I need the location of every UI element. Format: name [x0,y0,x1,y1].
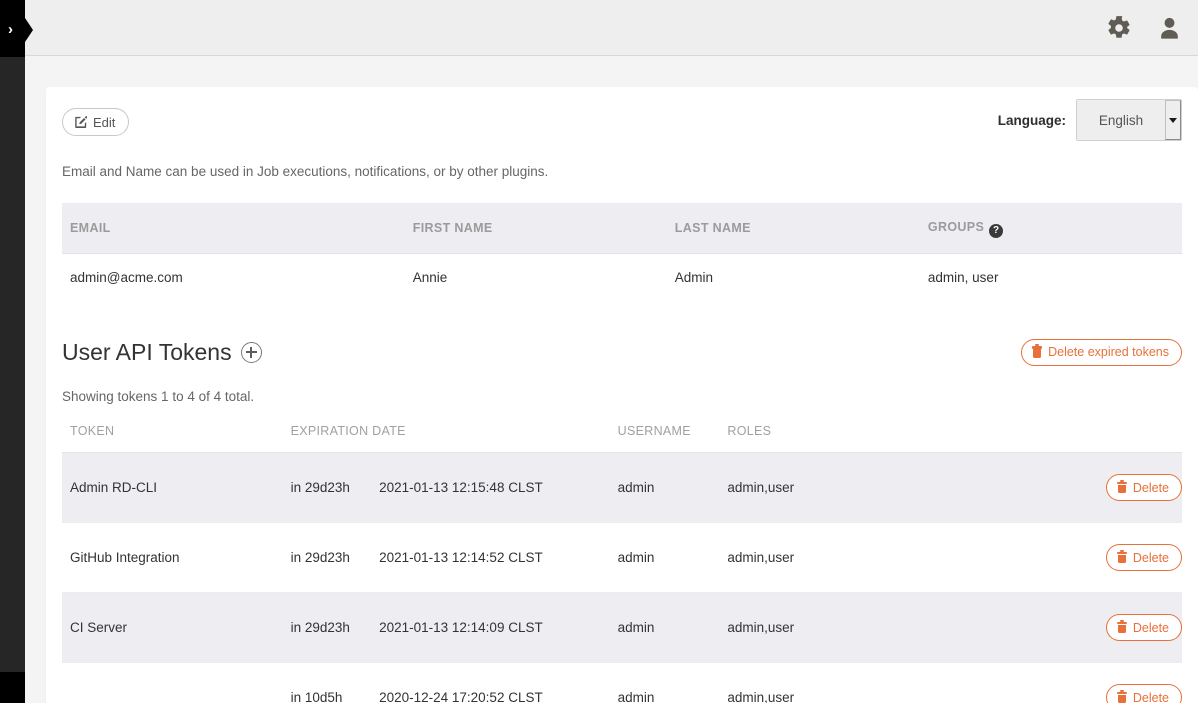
delete-expired-tokens-button[interactable]: Delete expired tokens [1021,338,1182,366]
cell-first-name: Annie [404,253,667,301]
edit-profile-button[interactable]: Edit [62,108,130,136]
cell-token-relative-expiry: in 29d23h [282,522,372,593]
profile-table-row: admin@acme.com Annie Admin admin, user [62,253,1182,301]
top-header-actions [1102,0,1186,56]
delete-token-label: Delete [1132,550,1169,565]
tokens-title-group: User API Tokens [62,338,262,365]
trash-icon [1116,549,1127,564]
delete-token-button[interactable]: Delete [1105,684,1182,703]
groups-help-icon[interactable]: ? [989,224,1004,238]
profile-card: Edit Language: English Email and Name ca… [46,87,1198,703]
cell-token-username: admin [609,452,720,523]
cell-email: admin@acme.com [62,253,405,301]
column-header-last-name: LAST NAME [666,203,920,254]
delete-token-button[interactable]: Delete [1105,614,1182,641]
edit-square-icon [75,115,87,128]
cell-token-actions: Delete [920,522,1182,593]
delete-token-button[interactable]: Delete [1105,474,1182,501]
user-account-button[interactable] [1152,11,1186,45]
trash-icon [1116,689,1127,703]
user-api-tokens-section: User API Tokens Delete expired tokens Sh… [62,335,1182,703]
language-selector-group: Language: English [998,99,1182,141]
language-select-arrow-button[interactable] [1165,100,1181,140]
cell-token-expiration: 2020-12-24 17:20:52 CLST [371,662,610,703]
cell-token-roles: admin,user [719,452,921,523]
profile-info-table: EMAIL FIRST NAME LAST NAME GROUPS? admin… [62,203,1182,301]
cell-token-actions: Delete [920,592,1182,663]
trash-icon [1116,479,1127,494]
page-content-area: Edit Language: English Email and Name ca… [25,57,1198,703]
add-token-button[interactable] [240,341,262,363]
tokens-table: TOKEN EXPIRATION DATE USERNAME ROLES Adm… [62,424,1182,703]
tokens-section-title: User API Tokens [62,338,232,365]
cell-token-name: Admin RD-CLI [62,452,283,523]
delete-token-button[interactable]: Delete [1105,544,1182,571]
left-rail-bottom-cap [0,672,25,703]
delete-expired-tokens-label: Delete expired tokens [1048,345,1169,359]
settings-button[interactable] [1102,11,1136,45]
column-header-first-name: FIRST NAME [404,203,667,254]
trash-icon [1116,619,1127,634]
profile-description: Email and Name can be used in Job execut… [62,164,549,179]
cell-token-roles: admin,user [719,592,921,663]
cell-token-roles: admin,user [719,522,921,593]
table-row: CI Server in 29d23h 2021-01-13 12:14:09 … [62,592,1182,663]
tokens-table-header-row: TOKEN EXPIRATION DATE USERNAME ROLES [62,424,1182,453]
column-header-expiration-date: EXPIRATION DATE [282,424,610,453]
cell-token-username: admin [609,662,720,703]
delete-token-label: Delete [1132,480,1169,495]
tokens-section-header: User API Tokens Delete expired tokens [62,335,1182,369]
top-header-bar [25,0,1198,56]
language-label: Language: [997,112,1066,128]
cell-token-roles: admin,user [719,662,921,703]
cell-last-name: Admin [666,253,920,301]
delete-token-label: Delete [1132,620,1169,635]
table-row: GitHub Integration in 29d23h 2021-01-13 … [62,522,1182,593]
chevron-down-icon [1169,117,1177,123]
trash-icon [1032,344,1043,358]
left-sidebar-rail [0,0,25,703]
cell-token-relative-expiry: in 29d23h [282,592,372,663]
sidebar-toggle-tab-shape [0,12,33,48]
user-icon [1160,17,1178,39]
cell-token-name: GitHub Integration [62,522,283,593]
table-row: Admin RD-CLI in 29d23h 2021-01-13 12:15:… [62,452,1182,523]
column-header-token: TOKEN [62,424,283,453]
cell-groups: admin, user [919,253,1182,301]
cell-token-username: admin [609,592,720,663]
column-header-groups: GROUPS? [919,203,1182,254]
cell-token-expiration: 2021-01-13 12:15:48 CLST [371,452,610,523]
cell-token-expiration: 2021-01-13 12:14:52 CLST [371,522,610,593]
column-header-username: USERNAME [609,424,720,453]
language-select[interactable]: English [1076,99,1182,141]
cell-token-name: CI Server [62,592,283,663]
cell-token-actions: Delete [920,662,1182,703]
tokens-count-text: Showing tokens 1 to 4 of 4 total. [62,389,255,404]
cell-token-relative-expiry: in 10d5h [282,662,372,703]
column-header-roles: ROLES [719,424,921,453]
gear-icon [1108,16,1130,38]
cell-token-expiration: 2021-01-13 12:14:09 CLST [371,592,610,663]
language-select-value[interactable]: English [1077,100,1165,140]
profile-card-header: Edit Language: English [46,87,1198,163]
edit-profile-label: Edit [93,114,116,130]
table-row: in 10d5h 2020-12-24 17:20:52 CLST admin … [62,662,1182,703]
column-header-actions [920,424,1182,453]
sidebar-expand-toggle[interactable]: › [0,12,33,48]
column-header-email: EMAIL [62,203,405,254]
plus-icon-vertical [250,346,252,358]
column-header-groups-label: GROUPS [927,220,985,234]
delete-token-label: Delete [1132,690,1169,703]
cell-token-actions: Delete [920,452,1182,523]
cell-token-name [62,662,283,703]
profile-table-header-row: EMAIL FIRST NAME LAST NAME GROUPS? [62,203,1182,254]
cell-token-username: admin [609,522,720,593]
cell-token-relative-expiry: in 29d23h [282,452,372,523]
